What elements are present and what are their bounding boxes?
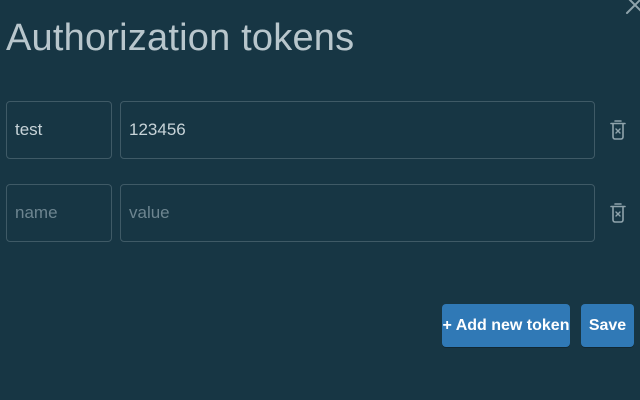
auth-tokens-dialog: Authorization tokens test 123456 name va…	[0, 0, 640, 400]
token-value-input[interactable]	[120, 184, 595, 242]
close-icon	[626, 0, 640, 14]
token-row	[0, 184, 640, 242]
close-button[interactable]	[624, 0, 640, 16]
token-row	[0, 101, 640, 159]
delete-token-button[interactable]	[608, 118, 628, 142]
dialog-title: Authorization tokens	[6, 17, 355, 59]
add-token-button[interactable]: + Add new token	[442, 304, 570, 347]
trash-icon	[610, 203, 626, 223]
save-button[interactable]: Save	[581, 304, 634, 347]
delete-token-button[interactable]	[608, 201, 628, 225]
token-name-input[interactable]	[6, 184, 112, 242]
token-value-input[interactable]	[120, 101, 595, 159]
token-name-input[interactable]	[6, 101, 112, 159]
trash-icon	[610, 120, 626, 140]
